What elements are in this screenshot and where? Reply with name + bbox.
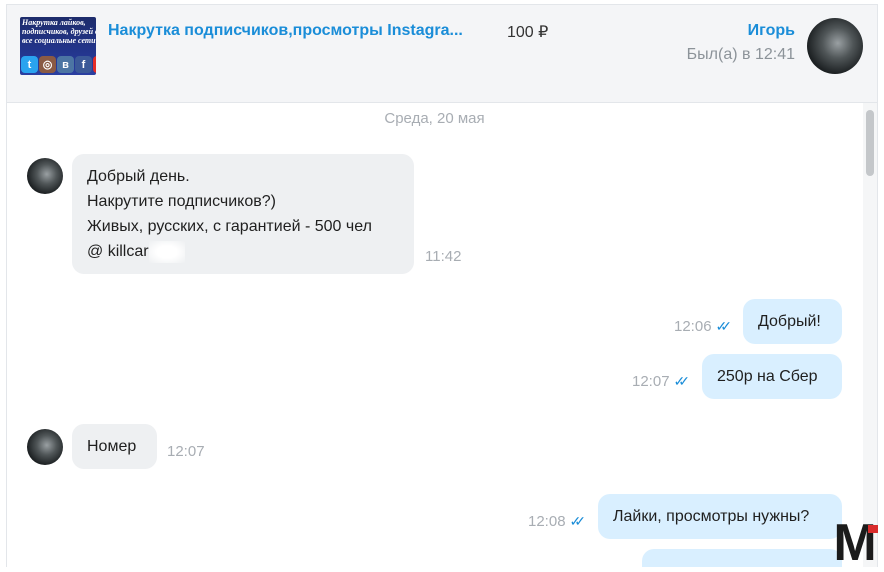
double-check-icon: ✓✓ (569, 513, 587, 529)
user-name-link[interactable]: Игорь (748, 22, 795, 40)
message-time: 12:06 ✓✓ (674, 318, 733, 335)
facebook-icon: f (75, 56, 92, 73)
message-line: Добрый день. (87, 168, 190, 185)
redacted-area (148, 240, 185, 263)
message-line: @ killcar (87, 239, 399, 264)
incoming-message: Номер (72, 424, 157, 469)
youtube-icon: ▶ (93, 56, 96, 73)
listing-price: 100 ₽ (507, 24, 549, 41)
instagram-icon: ◎ (39, 56, 56, 73)
double-check-icon: ✓✓ (673, 373, 691, 389)
listing-thumbnail[interactable]: Накрутка лайков, подписчиков, друзей в в… (20, 17, 96, 75)
message-time: 12:08 ✓✓ (528, 513, 587, 530)
scrollbar[interactable] (863, 103, 877, 567)
outgoing-message (642, 549, 842, 567)
message-time: 12:07 ✓✓ (632, 373, 691, 390)
message-list[interactable]: Среда, 20 мая Добрый день. Накрутите под… (7, 103, 862, 567)
listing-title-link[interactable]: Накрутка подписчиков,просмотры Instagra.… (108, 22, 478, 40)
social-icons-row: t ◎ в f ▶ (21, 56, 96, 73)
incoming-message: Добрый день. Накрутите подписчиков?) Жив… (72, 154, 414, 274)
scrollbar-thumb[interactable] (866, 110, 874, 176)
user-avatar[interactable] (807, 18, 863, 74)
watermark-accent (868, 525, 878, 533)
listing-thumbnail-text: Накрутка лайков, подписчиков, друзей в в… (22, 18, 96, 45)
outgoing-message: 250р на Сбер (702, 354, 842, 399)
outgoing-message: Лайки, просмотры нужны? (598, 494, 842, 539)
message-line: Накрутите подписчиков?) (87, 193, 276, 210)
avatar[interactable] (27, 158, 63, 194)
message-time: 12:07 (167, 443, 205, 460)
date-divider: Среда, 20 мая (384, 110, 485, 127)
double-check-icon: ✓✓ (715, 318, 733, 334)
outgoing-message: Добрый! (743, 299, 842, 344)
chat-header: Накрутка лайков, подписчиков, друзей в в… (7, 5, 877, 103)
twitter-icon: t (21, 56, 38, 73)
message-line: Живых, русских, с гарантией - 500 чел (87, 218, 372, 235)
user-last-seen: Был(а) в 12:41 (686, 46, 795, 63)
avatar[interactable] (27, 429, 63, 465)
chat-window: Накрутка лайков, подписчиков, друзей в в… (6, 4, 878, 567)
vk-icon: в (57, 56, 74, 73)
message-time: 11:42 (425, 248, 462, 265)
